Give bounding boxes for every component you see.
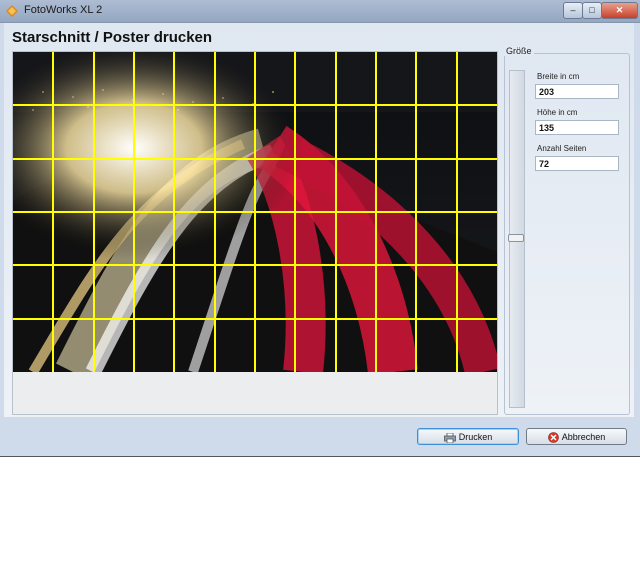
- height-field[interactable]: 135: [535, 120, 619, 135]
- window-title: FotoWorks XL 2: [24, 4, 103, 16]
- size-group-label: Größe: [504, 46, 534, 56]
- fotoworks-logo-icon: [6, 5, 18, 17]
- width-label: Breite in cm: [537, 72, 580, 81]
- size-slider-thumb[interactable]: [508, 234, 524, 243]
- height-label: Höhe in cm: [537, 108, 578, 117]
- app-window: FotoWorks XL 2 – □ ✕ Starschnitt / Poste…: [0, 0, 640, 457]
- title-bar[interactable]: FotoWorks XL 2 – □ ✕: [0, 0, 640, 23]
- poster-preview: [12, 51, 498, 415]
- cancel-icon: [547, 432, 559, 443]
- width-field[interactable]: 203: [535, 84, 619, 99]
- close-button[interactable]: ✕: [601, 2, 638, 19]
- cancel-button[interactable]: Abbrechen: [526, 428, 627, 445]
- pages-field[interactable]: 72: [535, 156, 619, 171]
- print-button[interactable]: Drucken: [417, 428, 519, 445]
- page-title: Starschnitt / Poster drucken: [12, 29, 213, 46]
- dialog-client: Starschnitt / Poster drucken Größe Breit…: [4, 23, 634, 417]
- minimize-button[interactable]: –: [563, 2, 583, 19]
- maximize-button[interactable]: □: [582, 2, 602, 19]
- preview-photo: [13, 52, 497, 372]
- cancel-button-label: Abbrechen: [561, 432, 606, 442]
- pages-label: Anzahl Seiten: [537, 144, 587, 153]
- printer-icon: [443, 432, 456, 443]
- print-button-label: Drucken: [458, 432, 493, 442]
